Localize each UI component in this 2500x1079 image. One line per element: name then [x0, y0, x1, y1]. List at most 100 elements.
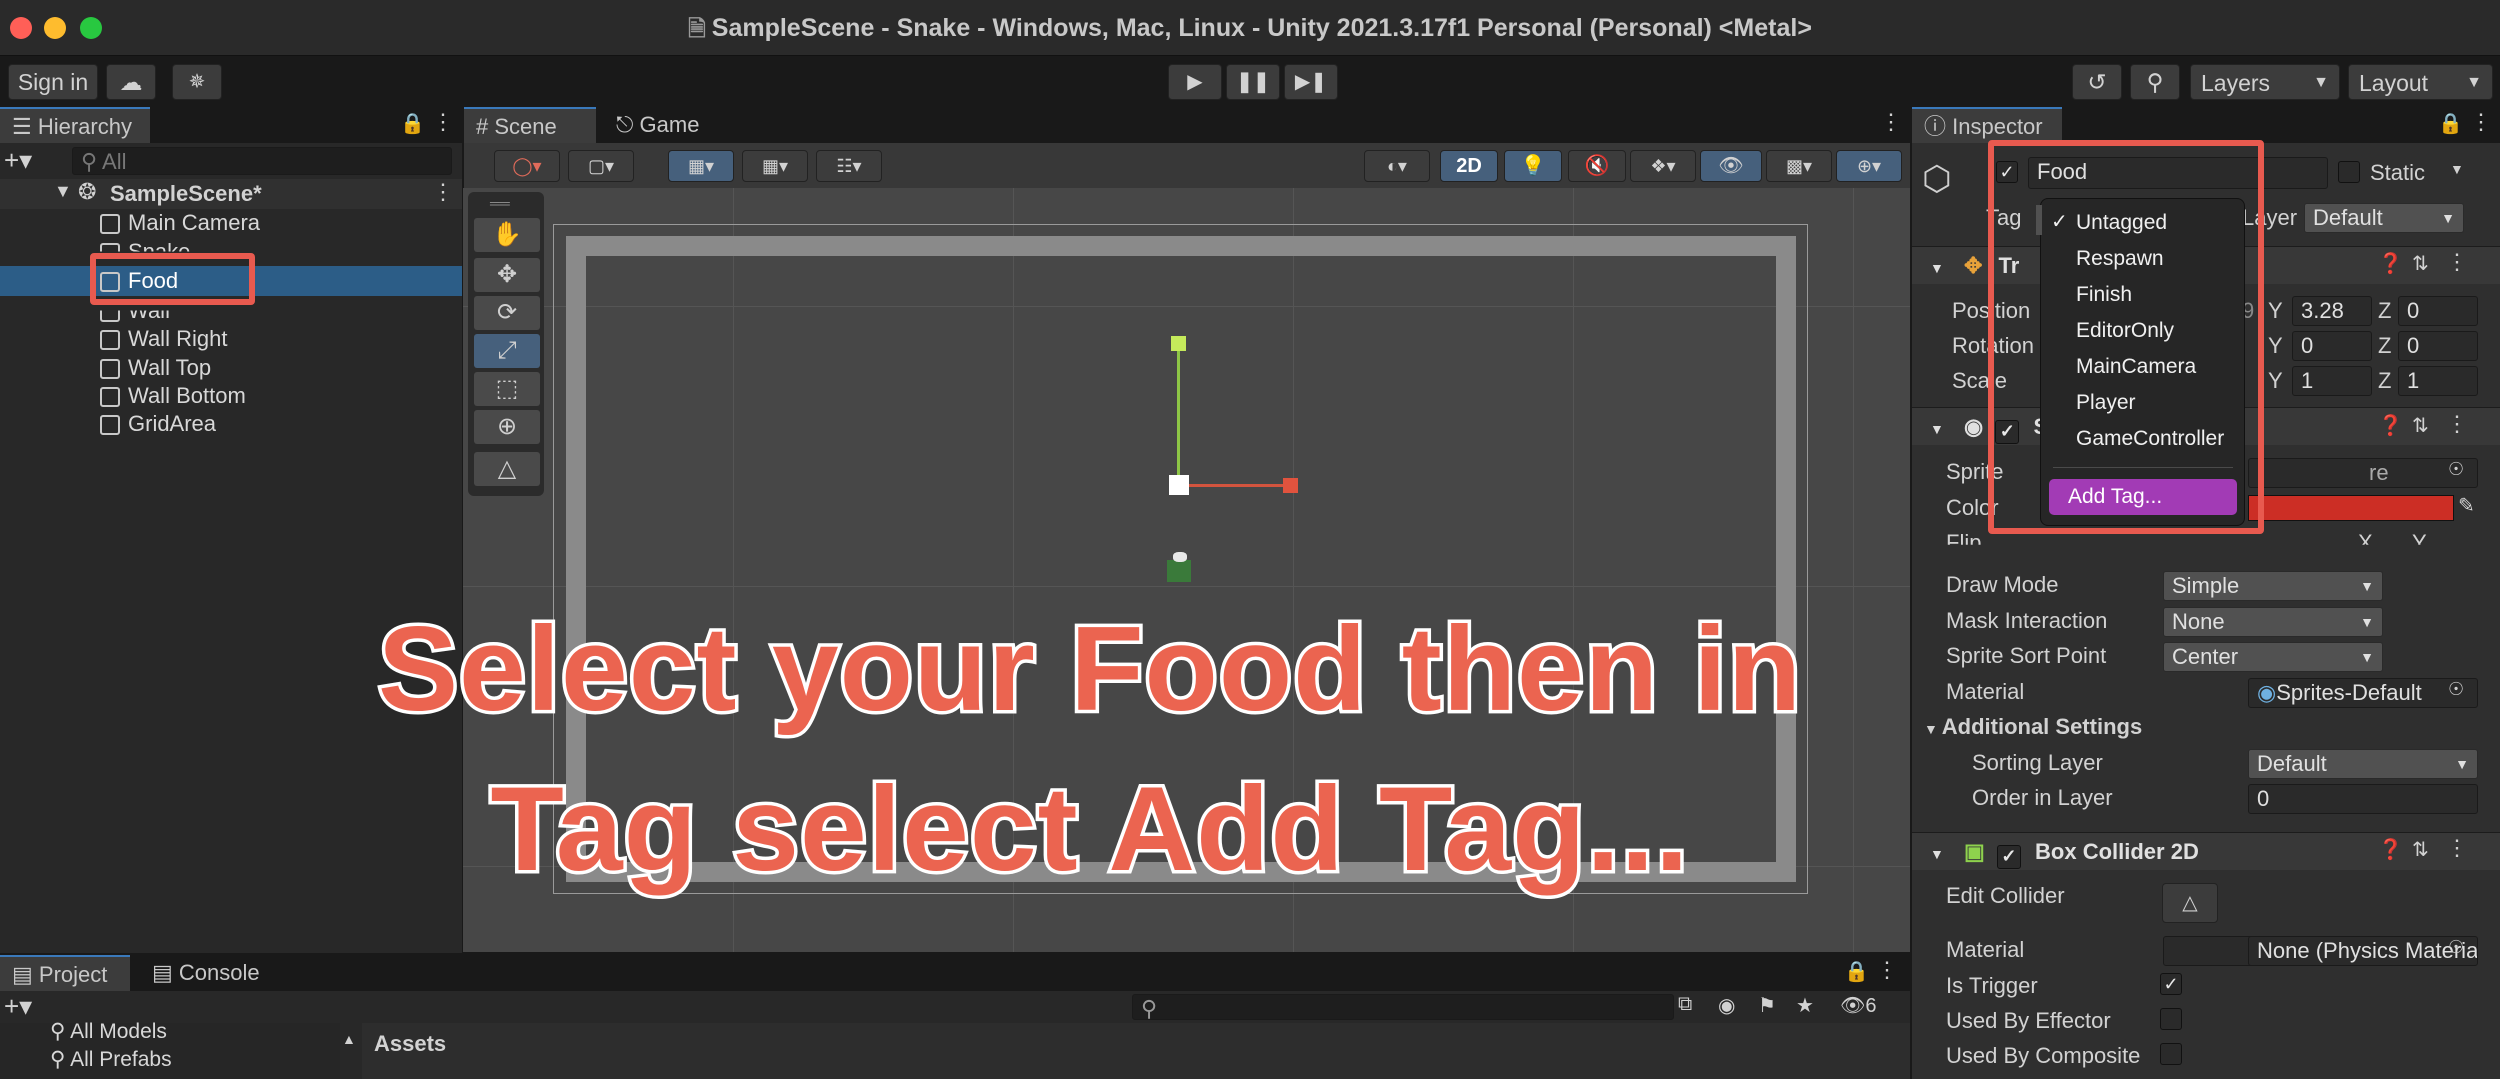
sign-in-button[interactable]: Sign in — [8, 64, 98, 100]
used-by-effector-checkbox[interactable] — [2160, 1008, 2182, 1030]
rotation-y-field[interactable]: 0 — [2292, 331, 2372, 361]
kebab-menu-icon[interactable]: ⋮ — [2470, 109, 2492, 135]
render-mode-icon[interactable]: ▢▾ — [568, 150, 634, 182]
add-object-button[interactable]: +▾ — [4, 145, 32, 176]
cloud-icon[interactable]: ☁ — [106, 64, 156, 100]
project-search-input[interactable]: ⚲ — [1132, 994, 1674, 1021]
hierarchy-item-wall-bottom[interactable]: Wall Bottom — [100, 381, 246, 410]
help-icon[interactable]: ❓ — [2378, 413, 2403, 438]
scale-y-field[interactable]: 1 — [2292, 366, 2372, 396]
food-sprite[interactable] — [1167, 560, 1191, 582]
rect-tool-icon[interactable]: ⬚ — [474, 372, 540, 406]
kebab-menu-icon[interactable]: ⋮ — [2446, 835, 2468, 861]
static-checkbox[interactable] — [2338, 161, 2360, 183]
gizmos-icon[interactable]: ⊕▾ — [1836, 150, 1902, 182]
collab-icon[interactable]: ✵ — [172, 64, 222, 100]
ruler-icon[interactable]: ☷▾ — [816, 150, 882, 182]
kebab-menu-icon[interactable]: ⋮ — [1880, 109, 1902, 135]
mode-2d-toggle[interactable]: 2D — [1440, 150, 1498, 182]
help-icon[interactable]: ❓ — [2378, 251, 2403, 276]
menu-item-add-tag[interactable]: Add Tag... — [2041, 479, 2246, 515]
gizmo-y-axis[interactable] — [1177, 344, 1180, 488]
kebab-menu-icon[interactable]: ⋮ — [432, 109, 454, 135]
draw-mode-icon[interactable]: ◯▾ — [494, 150, 560, 182]
assets-breadcrumb[interactable]: Assets — [374, 1031, 446, 1057]
play-icon[interactable]: ▶ — [1168, 64, 1222, 100]
label-filter-icon[interactable]: ⚑ — [1758, 993, 1776, 1018]
tab-project[interactable]: ▤ Project — [0, 955, 130, 991]
camera-icon[interactable]: ▩▾ — [1766, 150, 1832, 182]
menu-item-respawn[interactable]: Respawn — [2041, 241, 2246, 277]
menu-item-finish[interactable]: Finish — [2041, 277, 2246, 313]
draw-mode-dropdown[interactable]: Simple ▼ — [2163, 571, 2383, 601]
box-collider-enabled-checkbox[interactable]: ✓ — [1996, 845, 2021, 869]
type-filter-icon[interactable]: ◉ — [1718, 993, 1735, 1018]
lighting-icon[interactable]: 💡 — [1504, 150, 1562, 182]
eyedropper-icon[interactable]: ✎ — [2458, 493, 2475, 518]
object-picker-icon[interactable]: ☉ — [2448, 937, 2464, 958]
menu-item-gamecontroller[interactable]: GameController — [2041, 421, 2246, 457]
hand-tool-icon[interactable]: ✋ — [474, 218, 540, 252]
scale-tool-icon[interactable]: ⤢ — [474, 334, 540, 368]
move-tool-icon[interactable]: ✥ — [474, 258, 540, 292]
lock-icon[interactable]: 🔒 — [400, 111, 425, 136]
effects-icon[interactable]: ❖▾ — [1630, 150, 1696, 182]
tab-inspector[interactable]: ⓘ Inspector — [1912, 107, 2062, 143]
hierarchy-item-wall-top[interactable]: Wall Top — [100, 353, 211, 382]
order-in-layer-field[interactable]: 0 — [2248, 784, 2478, 814]
shading-icon[interactable]: ◐▾ — [1364, 150, 1430, 182]
menu-item-untagged[interactable]: Untagged — [2041, 205, 2246, 241]
sprite-field[interactable]: re — [2248, 458, 2478, 488]
snake-sprite[interactable] — [1173, 552, 1187, 562]
hierarchy-item-main-camera[interactable]: Main Camera — [100, 208, 260, 237]
object-picker-icon[interactable]: ☉ — [2448, 459, 2464, 480]
tag-dropdown[interactable] — [2036, 205, 2042, 235]
add-asset-button[interactable]: +▾ — [4, 991, 32, 1022]
snap-increment-icon[interactable]: ▦▾ — [742, 150, 808, 182]
tab-hierarchy[interactable]: ☰ Hierarchy — [0, 107, 150, 143]
preset-icon[interactable]: ⇅ — [2412, 251, 2429, 276]
hierarchy-item-gridarea[interactable]: GridArea — [100, 409, 216, 438]
scene-row[interactable]: ▼ ❂ SampleScene* ⋮ — [0, 179, 462, 209]
scroll-up-icon[interactable]: ▲ — [342, 1031, 356, 1047]
rotation-z-field[interactable]: 0 — [2398, 331, 2478, 361]
visibility-icon[interactable]: 👁 — [1700, 150, 1762, 182]
menu-item-player[interactable]: Player — [2041, 385, 2246, 421]
lock-icon[interactable]: 🔒 — [2438, 111, 2463, 136]
kebab-menu-icon[interactable]: ⋮ — [1876, 957, 1898, 983]
sorting-layer-dropdown[interactable]: Default ▼ — [2248, 749, 2478, 779]
tab-console[interactable]: ▤ Console — [140, 955, 290, 991]
tab-game[interactable]: ⎋ Game — [604, 107, 724, 143]
edit-collider-button[interactable]: △ — [2162, 883, 2218, 923]
hidden-count[interactable]: 👁6 — [1840, 993, 1877, 1018]
search-icon[interactable]: ⚲ — [2130, 64, 2180, 100]
step-icon[interactable]: ▶❚ — [1284, 64, 1338, 100]
chevron-down-icon[interactable]: ▼ — [2450, 161, 2464, 177]
physics-material-field[interactable]: None (Physics Material 2D — [2248, 936, 2478, 966]
grid-snap-icon[interactable]: ▦▾ — [668, 150, 734, 182]
gizmo-x-axis[interactable] — [1185, 484, 1289, 487]
help-icon[interactable]: ❓ — [2378, 837, 2403, 862]
layer-dropdown[interactable]: Default ▼ — [2304, 203, 2464, 233]
expand-arrow-icon[interactable]: ▼ — [54, 181, 72, 202]
additional-settings-foldout[interactable]: ▼ Additional Settings — [1924, 710, 2142, 744]
pause-icon[interactable]: ❚❚ — [1226, 64, 1280, 100]
gizmo-center-handle[interactable] — [1169, 475, 1189, 495]
audio-mute-icon[interactable]: 🔇 — [1568, 150, 1626, 182]
is-trigger-checkbox[interactable]: ✓ — [2160, 973, 2182, 995]
material-field[interactable]: ◉Sprites-Default — [2248, 678, 2478, 708]
search-filter-icon[interactable]: ⧉ — [1678, 993, 1692, 1016]
gizmo-y-handle[interactable] — [1171, 336, 1186, 351]
transform-tool-icon[interactable]: ⊕ — [474, 410, 540, 444]
fav-all-models[interactable]: ⚲ All Models — [50, 1017, 167, 1046]
favorite-icon[interactable]: ★ — [1796, 993, 1814, 1018]
scale-z-field[interactable]: 1 — [2398, 366, 2478, 396]
custom-tool-icon[interactable]: △ — [474, 452, 540, 486]
position-y-field[interactable]: 3.28 — [2292, 296, 2372, 326]
layout-dropdown[interactable]: Layout ▼ — [2348, 64, 2493, 100]
layers-dropdown[interactable]: Layers ▼ — [2190, 64, 2340, 100]
menu-item-maincamera[interactable]: MainCamera — [2041, 349, 2246, 385]
color-swatch[interactable] — [2248, 495, 2454, 521]
gizmo-x-handle[interactable] — [1283, 478, 1298, 493]
position-z-field[interactable]: 0 — [2398, 296, 2478, 326]
